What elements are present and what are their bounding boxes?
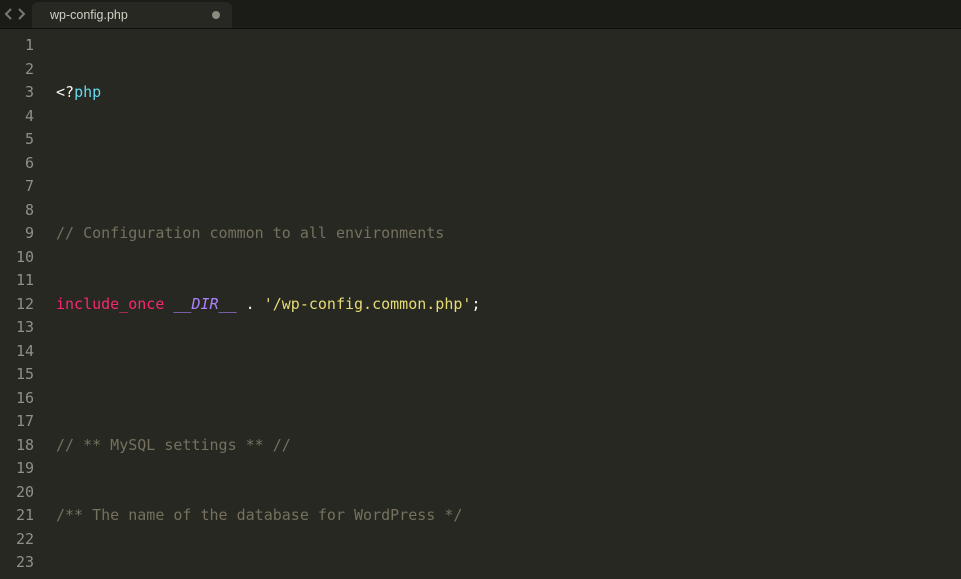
line-number: 9	[0, 222, 44, 246]
file-tab[interactable]: wp-config.php	[32, 2, 232, 28]
line-number: 16	[0, 387, 44, 411]
line-number: 6	[0, 152, 44, 176]
code-line	[56, 152, 961, 176]
file-tab-label: wp-config.php	[50, 8, 128, 22]
line-number: 5	[0, 128, 44, 152]
line-number-gutter: 1234567891011121314151617181920212223	[0, 29, 44, 579]
line-number: 15	[0, 363, 44, 387]
code-line	[56, 363, 961, 387]
line-number: 7	[0, 175, 44, 199]
line-number: 23	[0, 551, 44, 575]
line-number: 3	[0, 81, 44, 105]
code-line: <?php	[56, 81, 961, 105]
line-number: 20	[0, 481, 44, 505]
line-number: 14	[0, 340, 44, 364]
code-line: /** The name of the database for WordPre…	[56, 504, 961, 528]
line-number: 22	[0, 528, 44, 552]
line-number: 10	[0, 246, 44, 270]
line-number: 4	[0, 105, 44, 129]
line-number: 13	[0, 316, 44, 340]
line-number: 12	[0, 293, 44, 317]
dirty-indicator-icon	[212, 11, 220, 19]
code-line: include_once __DIR__ . '/wp-config.commo…	[56, 293, 961, 317]
tab-nav-arrows	[0, 0, 32, 28]
tab-next-icon[interactable]	[16, 8, 26, 20]
code-line: // Configuration common to all environme…	[56, 222, 961, 246]
line-number: 2	[0, 58, 44, 82]
tab-bar: wp-config.php	[0, 0, 961, 29]
line-number: 21	[0, 504, 44, 528]
line-number: 17	[0, 410, 44, 434]
line-number: 1	[0, 34, 44, 58]
line-number: 8	[0, 199, 44, 223]
code-content[interactable]: <?php // Configuration common to all env…	[44, 29, 961, 579]
editor-window: wp-config.php 12345678910111213141516171…	[0, 0, 961, 579]
code-line: // ** MySQL settings ** //	[56, 434, 961, 458]
line-number: 18	[0, 434, 44, 458]
line-number: 11	[0, 269, 44, 293]
tab-prev-icon[interactable]	[4, 8, 14, 20]
code-line: define('DB_NAME', 'xxxxx');	[56, 575, 961, 579]
line-number: 19	[0, 457, 44, 481]
code-area: 1234567891011121314151617181920212223 <?…	[0, 29, 961, 579]
